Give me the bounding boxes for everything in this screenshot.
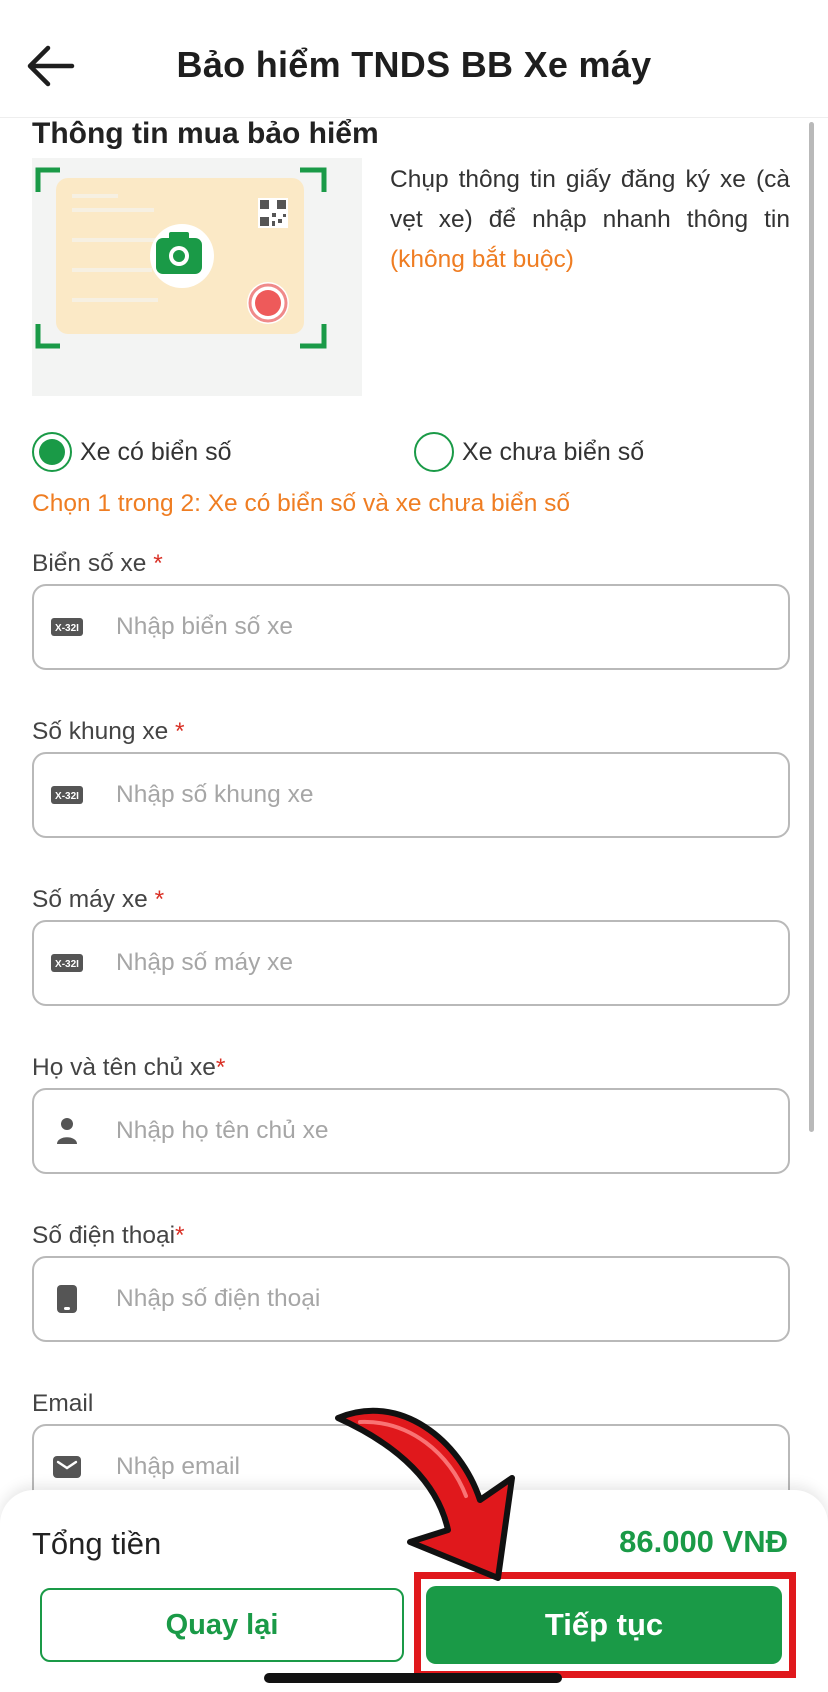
required-mark: * bbox=[175, 1222, 185, 1249]
radio-no-plate-label: Xe chưa biển số bbox=[462, 437, 645, 466]
field-label-license-plate: Biển số xe * bbox=[32, 550, 163, 578]
license-plate-field[interactable]: X-32I bbox=[32, 584, 790, 670]
home-indicator bbox=[264, 1673, 562, 1683]
engine-number-field[interactable]: X-32I bbox=[32, 920, 790, 1006]
svg-text:X-32I: X-32I bbox=[55, 959, 79, 970]
user-icon bbox=[34, 1117, 100, 1145]
phone-field[interactable] bbox=[32, 1256, 790, 1342]
field-label-text: Email bbox=[32, 1390, 94, 1417]
back-step-button[interactable]: Quay lại bbox=[40, 1588, 404, 1662]
field-label-engine-number: Số máy xe * bbox=[32, 886, 164, 914]
field-label-text: Số khung xe bbox=[32, 718, 169, 745]
license-plate-icon: X-32I bbox=[34, 618, 100, 636]
radio-no-plate[interactable]: Xe chưa biển số bbox=[414, 432, 644, 472]
record-icon bbox=[247, 282, 289, 324]
scrollbar[interactable] bbox=[809, 122, 814, 1132]
total-value: 86.000 VNĐ bbox=[619, 1524, 788, 1559]
scan-instruction-text: Chụp thông tin giấy đăng ký xe (cà vẹt x… bbox=[390, 166, 790, 233]
required-mark: * bbox=[175, 718, 185, 745]
scan-registration-card[interactable] bbox=[32, 158, 362, 396]
radio-checked-icon bbox=[32, 432, 72, 472]
license-plate-icon: X-32I bbox=[34, 954, 100, 972]
phone-input[interactable] bbox=[116, 1285, 756, 1313]
field-label-phone: Số điện thoại* bbox=[32, 1222, 185, 1250]
chassis-number-input[interactable] bbox=[116, 781, 756, 809]
owner-name-field[interactable] bbox=[32, 1088, 790, 1174]
required-mark: * bbox=[154, 886, 165, 913]
field-label-text: Số điện thoại bbox=[32, 1222, 176, 1249]
radio-has-plate[interactable]: Xe có biển số bbox=[32, 432, 232, 472]
screen: Bảo hiểm TNDS BB Xe máy Thông tin mua bả… bbox=[0, 0, 828, 1692]
total-label: Tổng tiền bbox=[32, 1526, 162, 1561]
svg-text:X-32I: X-32I bbox=[55, 623, 79, 634]
engine-number-input[interactable] bbox=[116, 949, 756, 977]
optional-note: (không bắt buộc) bbox=[390, 246, 574, 273]
registration-scan-illustration bbox=[35, 167, 327, 349]
svg-text:X-32I: X-32I bbox=[55, 791, 79, 802]
required-mark: * bbox=[153, 550, 163, 577]
field-label-text: Biển số xe bbox=[32, 550, 147, 577]
owner-name-input[interactable] bbox=[116, 1117, 756, 1145]
field-label-text: Họ và tên chủ xe bbox=[32, 1054, 216, 1081]
qr-code-icon bbox=[258, 198, 288, 228]
field-label-owner-name: Họ và tên chủ xe* bbox=[32, 1054, 225, 1082]
section-title: Thông tin mua bảo hiểm bbox=[32, 117, 379, 150]
required-mark: * bbox=[215, 1054, 226, 1081]
app-header: Bảo hiểm TNDS BB Xe máy bbox=[0, 0, 828, 118]
radio-unchecked-icon bbox=[414, 432, 454, 472]
page-title: Bảo hiểm TNDS BB Xe máy bbox=[176, 44, 652, 85]
continue-button[interactable]: Tiếp tục bbox=[426, 1586, 782, 1664]
field-label-email: Email bbox=[32, 1390, 93, 1418]
mail-icon bbox=[34, 1456, 100, 1478]
bottom-bar: Tổng tiền 86.000 VNĐ Quay lại Tiếp tục bbox=[0, 1490, 828, 1692]
vehicle-type-hint: Chọn 1 trong 2: Xe có biển số và xe chưa… bbox=[32, 490, 571, 517]
chassis-number-field[interactable]: X-32I bbox=[32, 752, 790, 838]
field-label-chassis-number: Số khung xe * bbox=[32, 718, 185, 746]
camera-icon bbox=[150, 224, 214, 288]
field-label-text: Số máy xe bbox=[32, 886, 148, 913]
license-plate-icon: X-32I bbox=[34, 786, 100, 804]
license-plate-input[interactable] bbox=[116, 613, 756, 641]
email-input[interactable] bbox=[116, 1453, 756, 1481]
phone-icon bbox=[34, 1285, 100, 1313]
scan-instructions: Chụp thông tin giấy đăng ký xe (cà vẹt x… bbox=[390, 160, 790, 280]
radio-has-plate-label: Xe có biển số bbox=[80, 437, 232, 466]
